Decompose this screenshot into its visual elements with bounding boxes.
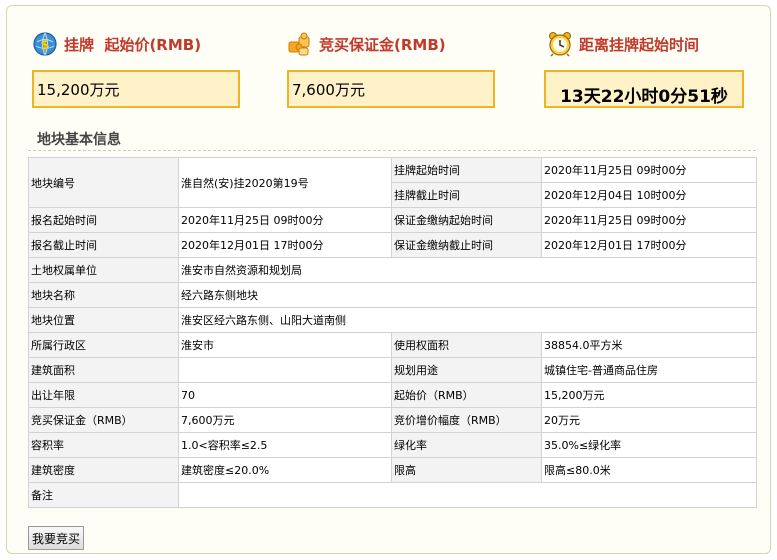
deposit-title: 竞买保证金(RMB): [319, 35, 446, 54]
value-cell: 2020年11月25日 09时00分: [541, 157, 757, 183]
label-cell: 地块位置: [28, 307, 179, 333]
label-cell: 报名起始时间: [28, 207, 179, 233]
table-row: 备注: [28, 482, 757, 508]
table-row: 建筑密度 建筑密度≤20.0% 限高 限高≤80.0米: [28, 457, 757, 483]
price-value-box: 15,200万元: [32, 70, 240, 108]
label-cell: 地块名称: [28, 282, 179, 308]
value-cell: 1.0<容积率≤2.5: [178, 432, 392, 458]
table-row: 竞买保证金（RMB） 7,600万元 竞价增价幅度（RMB） 20万元: [28, 407, 757, 433]
svg-text:$: $: [40, 38, 49, 53]
value-cell: 2020年12月01日 17时00分: [178, 232, 392, 258]
label-cell: 备注: [28, 482, 179, 508]
alarm-clock-icon: [547, 31, 573, 57]
label-cell: 保证金缴纳截止时间: [391, 232, 542, 258]
label-cell: 竞价增价幅度（RMB）: [391, 407, 542, 433]
value-cell: 70: [178, 382, 392, 408]
value-cell: 38854.0平方米: [541, 332, 757, 358]
countdown-title: 距离挂牌起始时间: [579, 35, 700, 54]
label-cell: 土地权属单位: [28, 257, 179, 283]
value-cell: 城镇住宅-普通商品住房: [541, 357, 757, 383]
value-cell: 淮安市自然资源和规划局: [178, 257, 757, 283]
value-cell: 15,200万元: [541, 382, 757, 408]
value-cell: [178, 482, 757, 508]
label-cell: 竞买保证金（RMB）: [28, 407, 179, 433]
puzzle-pieces-icon: [287, 31, 313, 57]
label-cell: 地块编号: [28, 157, 179, 208]
label-cell: 绿化率: [391, 432, 542, 458]
value-cell: 7,600万元: [178, 407, 392, 433]
table-row: 地块编号 淮自然(安)挂2020第19号 挂牌起始时间 2020年11月25日 …: [28, 157, 757, 208]
table-row: 出让年限 70 起始价（RMB） 15,200万元: [28, 382, 757, 408]
land-info-table: 地块编号 淮自然(安)挂2020第19号 挂牌起始时间 2020年11月25日 …: [28, 157, 757, 508]
value-cell: 限高≤80.0米: [541, 457, 757, 483]
price-value: 15,200万元: [37, 80, 120, 99]
countdown-value-box: 13天22小时0分51秒: [544, 70, 744, 108]
value-cell: 淮自然(安)挂2020第19号: [178, 157, 392, 208]
table-row: 报名起始时间 2020年11月25日 09时00分 保证金缴纳起始时间 2020…: [28, 207, 757, 233]
section-divider: [28, 150, 756, 151]
label-cell: 所属行政区: [28, 332, 179, 358]
value-cell: 20万元: [541, 407, 757, 433]
label-cell: 容积率: [28, 432, 179, 458]
section-title: 地块基本信息: [37, 132, 121, 148]
value-cell: 建筑密度≤20.0%: [178, 457, 392, 483]
label-cell: 限高: [391, 457, 542, 483]
value-cell: 经六路东侧地块: [178, 282, 757, 308]
table-row: 建筑面积 规划用途 城镇住宅-普通商品住房: [28, 357, 757, 383]
value-cell: 2020年12月04日 10时00分: [541, 182, 757, 208]
deposit-header: 竞买保证金(RMB): [287, 28, 446, 60]
label-cell: 出让年限: [28, 382, 179, 408]
label-cell: 起始价（RMB）: [391, 382, 542, 408]
countdown-header: 距离挂牌起始时间: [547, 28, 699, 60]
value-cell: 2020年12月01日 17时00分: [541, 232, 757, 258]
deposit-value-box: 7,600万元: [287, 70, 495, 108]
label-cell: 报名截止时间: [28, 232, 179, 258]
table-row: 所属行政区 淮安市 使用权面积 38854.0平方米: [28, 332, 757, 358]
value-cell: 淮安区经六路东侧、山阳大道南侧: [178, 307, 757, 333]
bid-button[interactable]: 我要竞买: [28, 526, 84, 550]
price-title: 挂牌 起始价(RMB): [64, 35, 202, 54]
table-row: 土地权属单位 淮安市自然资源和规划局: [28, 257, 757, 283]
label-cell: 建筑面积: [28, 357, 179, 383]
money-globe-icon: $: [32, 31, 58, 57]
label-cell: 挂牌起始时间: [391, 157, 542, 183]
value-cell: 35.0%≤绿化率: [541, 432, 757, 458]
table-row: 报名截止时间 2020年12月01日 17时00分 保证金缴纳截止时间 2020…: [28, 232, 757, 258]
label-cell: 使用权面积: [391, 332, 542, 358]
label-cell: 挂牌截止时间: [391, 182, 542, 208]
value-cell: 淮安市: [178, 332, 392, 358]
table-row: 容积率 1.0<容积率≤2.5 绿化率 35.0%≤绿化率: [28, 432, 757, 458]
price-header: $ 挂牌 起始价(RMB): [32, 28, 201, 60]
label-cell: 建筑密度: [28, 457, 179, 483]
countdown-value: 13天22小时0分51秒: [560, 86, 728, 107]
table-row: 地块名称 经六路东侧地块: [28, 282, 757, 308]
value-cell: 2020年11月25日 09时00分: [541, 207, 757, 233]
deposit-value: 7,600万元: [292, 80, 365, 99]
label-cell: 规划用途: [391, 357, 542, 383]
value-cell: 2020年11月25日 09时00分: [178, 207, 392, 233]
label-cell: 保证金缴纳起始时间: [391, 207, 542, 233]
value-cell: [178, 357, 392, 383]
table-row: 地块位置 淮安区经六路东侧、山阳大道南侧: [28, 307, 757, 333]
